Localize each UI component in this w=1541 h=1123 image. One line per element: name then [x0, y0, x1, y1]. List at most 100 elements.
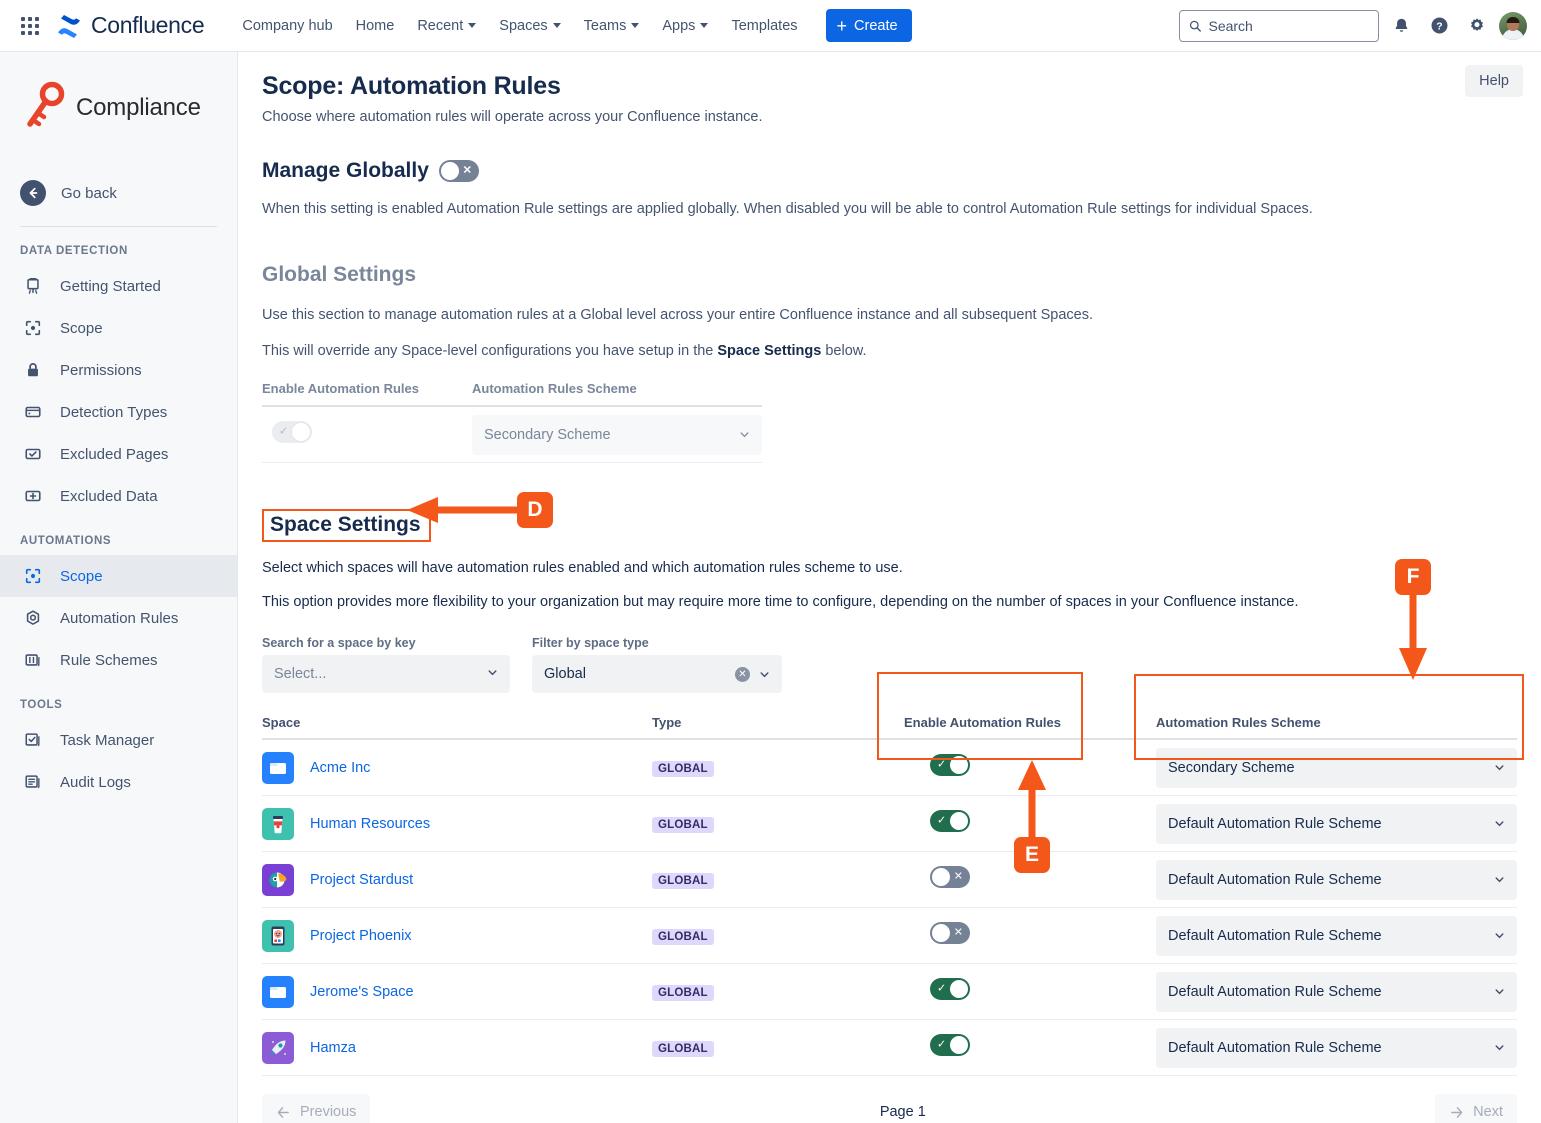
chevron-down-icon — [631, 23, 639, 28]
space-name-link[interactable]: Human Resources — [310, 816, 430, 832]
create-button[interactable]: + Create — [826, 9, 912, 42]
sidebar-item-automation-rules[interactable]: Automation Rules — [0, 597, 237, 639]
manage-globally-heading-row: Manage Globally ✕ — [262, 159, 479, 183]
automation-scheme-select[interactable]: Default Automation Rule Scheme — [1156, 860, 1517, 900]
enable-automation-toggle[interactable]: ✓ — [930, 1034, 970, 1056]
chevron-down-icon — [1494, 762, 1505, 773]
sidebar-item-scope-automations[interactable]: Scope — [0, 555, 237, 597]
enable-automation-toggle[interactable]: ✓ — [930, 754, 970, 776]
gs-line2-bold: Space Settings — [717, 343, 821, 359]
arrow-left-icon — [276, 1105, 291, 1120]
card-icon — [22, 401, 44, 423]
confluence-logo-link[interactable]: Confluence — [56, 12, 204, 39]
space-settings-line2: This option provides more flexibility to… — [262, 576, 1541, 610]
automation-scheme-select[interactable]: Default Automation Rule Scheme — [1156, 804, 1517, 844]
nav-label: Company hub — [242, 18, 332, 34]
annotation-badge-f: F — [1395, 559, 1431, 595]
top-navigation-bar: Confluence Company hub Home Recent Space… — [0, 0, 1541, 52]
automation-scheme-select[interactable]: Default Automation Rule Scheme — [1156, 916, 1517, 956]
search-box[interactable] — [1179, 10, 1379, 42]
create-button-label: Create — [854, 18, 898, 34]
sidebar-item-task-manager[interactable]: Task Manager — [0, 719, 237, 761]
toggle-knob — [441, 162, 459, 180]
space-name-link[interactable]: Jerome's Space — [310, 984, 414, 1000]
clear-filter-icon[interactable]: ✕ — [735, 667, 750, 682]
settings-gear-icon[interactable] — [1461, 10, 1493, 42]
folder-blue-icon — [262, 752, 294, 784]
gs-enable-cell: ✓ — [262, 421, 472, 448]
nav-recent[interactable]: Recent — [407, 12, 486, 40]
automation-scheme-select[interactable]: Default Automation Rule Scheme — [1156, 1028, 1517, 1068]
manage-globally-toggle[interactable]: ✕ — [439, 160, 479, 182]
app-switcher-icon[interactable] — [14, 10, 46, 42]
space-type-select[interactable]: Global ✕ — [532, 655, 782, 693]
enable-automation-toggle[interactable]: ✕ — [930, 922, 970, 944]
nav-spaces[interactable]: Spaces — [489, 12, 570, 40]
col-header-space: Space — [262, 715, 652, 730]
space-cell: Acme Inc — [262, 752, 652, 784]
global-automation-scheme-value: Secondary Scheme — [484, 427, 611, 443]
status-badge: GLOBAL — [652, 761, 714, 777]
gs-scheme-cell: Secondary Scheme — [472, 415, 762, 455]
space-name-link[interactable]: Acme Inc — [310, 760, 370, 776]
annotation-badge-e: E — [1014, 837, 1050, 873]
sidebar-item-label: Scope — [60, 320, 103, 337]
nav-teams[interactable]: Teams — [574, 12, 650, 40]
sidebar-item-excluded-data[interactable]: Excluded Data — [0, 475, 237, 517]
space-name-link[interactable]: Hamza — [310, 1040, 356, 1056]
nav-label: Teams — [584, 18, 627, 34]
sidebar-item-label: Getting Started — [60, 278, 161, 295]
sidebar-item-getting-started[interactable]: Getting Started — [0, 265, 237, 307]
automation-scheme-value: Default Automation Rule Scheme — [1168, 984, 1382, 1000]
toggle-check-icon: ✓ — [937, 984, 946, 995]
enable-automation-toggle[interactable]: ✓ — [930, 810, 970, 832]
sidebar-item-label: Detection Types — [60, 404, 167, 421]
primary-nav-links: Company hub Home Recent Spaces Teams App… — [232, 12, 807, 40]
go-back-button[interactable]: Go back — [0, 170, 237, 216]
global-settings-table: Enable Automation Rules Automation Rules… — [262, 381, 762, 463]
sidebar-item-permissions[interactable]: Permissions — [0, 349, 237, 391]
help-button[interactable]: Help — [1465, 65, 1523, 97]
automation-scheme-select[interactable]: Default Automation Rule Scheme — [1156, 972, 1517, 1012]
toggle-knob — [950, 756, 968, 774]
nav-home[interactable]: Home — [346, 12, 405, 40]
search-input[interactable] — [1208, 18, 1369, 34]
space-settings-section: Space Settings Select which spaces will … — [238, 463, 1541, 1123]
enable-automation-toggle[interactable]: ✕ — [930, 866, 970, 888]
next-page-label: Next — [1473, 1104, 1503, 1120]
chevron-down-icon — [1494, 874, 1505, 885]
next-page-button[interactable]: Next — [1435, 1094, 1517, 1123]
gs-line2-prefix: This will override any Space-level confi… — [262, 343, 717, 359]
space-key-select[interactable]: Select... — [262, 655, 510, 693]
enable-cell: ✓ — [904, 978, 1156, 1005]
type-cell: GLOBAL — [652, 871, 904, 889]
avatar[interactable] — [1499, 12, 1527, 40]
sidebar-item-detection-types[interactable]: Detection Types — [0, 391, 237, 433]
sidebar-item-scope-data[interactable]: Scope — [0, 307, 237, 349]
space-cell: Human Resources — [262, 808, 652, 840]
toggle-knob — [950, 980, 968, 998]
col-header-enable-automation-rules: Enable Automation Rules — [904, 715, 1156, 730]
automation-scheme-select[interactable]: Secondary Scheme — [1156, 748, 1517, 788]
sidebar-item-label: Automation Rules — [60, 610, 178, 627]
sidebar-item-audit-logs[interactable]: Audit Logs — [0, 761, 237, 803]
space-name-link[interactable]: Project Stardust — [310, 872, 413, 888]
space-name-link[interactable]: Project Phoenix — [310, 928, 412, 944]
plus-box-icon — [22, 485, 44, 507]
scope-target-icon — [22, 317, 44, 339]
previous-page-button[interactable]: Previous — [262, 1094, 370, 1123]
global-automation-scheme-select[interactable]: Secondary Scheme — [472, 415, 762, 455]
coffee-cup-icon — [262, 808, 294, 840]
sidebar-item-excluded-pages[interactable]: Excluded Pages — [0, 433, 237, 475]
chevron-down-icon — [1494, 986, 1505, 997]
nav-templates[interactable]: Templates — [721, 12, 807, 40]
table-row: Project Stardust GLOBAL ✕ Default Automa… — [262, 852, 1517, 908]
enable-automation-toggle[interactable]: ✓ — [930, 978, 970, 1000]
nav-apps[interactable]: Apps — [652, 12, 718, 40]
sidebar-item-rule-schemes[interactable]: Rule Schemes — [0, 639, 237, 681]
scheme-cell: Default Automation Rule Scheme — [1156, 804, 1517, 844]
nav-label: Home — [356, 18, 395, 34]
notifications-icon[interactable] — [1385, 10, 1417, 42]
help-icon[interactable]: ? — [1423, 10, 1455, 42]
nav-company-hub[interactable]: Company hub — [232, 12, 342, 40]
